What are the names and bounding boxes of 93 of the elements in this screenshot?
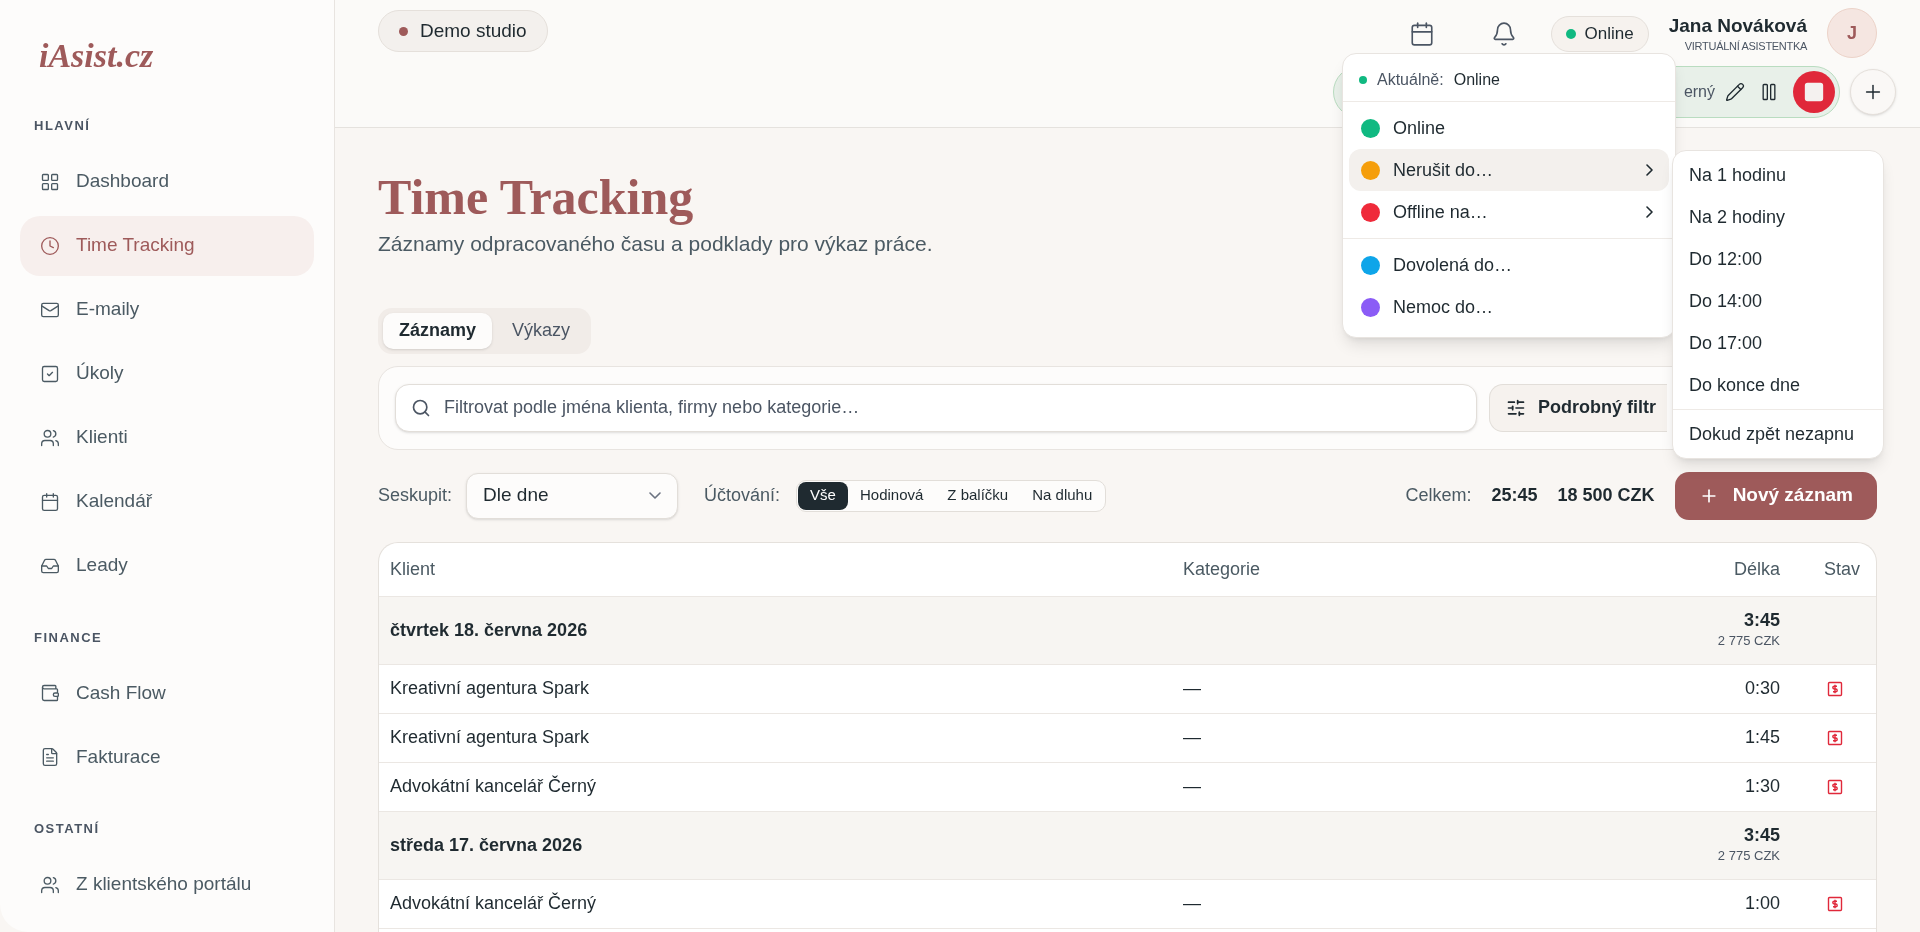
table-row[interactable]: Kreativní agentura Spark — 1:45 xyxy=(379,713,1876,763)
nav-item[interactable]: Úkoly xyxy=(20,343,314,404)
calendar-icon[interactable] xyxy=(1408,21,1435,47)
menu-item[interactable]: Nerušit do… xyxy=(1349,149,1669,191)
user-role: VIRTUÁLNÍ ASISTENTKA xyxy=(1684,38,1807,54)
nav-item[interactable]: Fakturace xyxy=(20,727,314,787)
nav-item[interactable]: Klienti xyxy=(20,407,314,468)
table-cell-text: — xyxy=(1183,892,1202,915)
menu-item[interactable]: Dovolená do… xyxy=(1349,244,1669,286)
table-cell-text: — xyxy=(1183,726,1202,749)
search-icon xyxy=(411,397,431,418)
nav-item[interactable]: Leady xyxy=(20,535,314,596)
menu-item[interactable]: Do konce dne xyxy=(1673,364,1883,406)
table-cell-text: Kreativní agentura Spark xyxy=(390,726,591,749)
table-cell-text: 1:00 xyxy=(1743,892,1780,915)
wallet-icon xyxy=(40,683,60,703)
search-field[interactable]: Filtrovat podle jména klienta, firmy nebo kategorie… xyxy=(395,383,1477,432)
group-by-label: Seskupit: xyxy=(378,484,453,507)
menu-item[interactable]: Na 2 hodiny xyxy=(1673,196,1883,238)
status-pill[interactable]: Online xyxy=(1550,16,1649,52)
day-label: čtvrtek 18. června 2026 xyxy=(390,618,589,642)
segment[interactable]: Z balíčku xyxy=(935,481,1021,510)
table-row[interactable]: Advokátní kancelář Černý — 1:30 xyxy=(379,762,1876,812)
menu-item[interactable]: Offline na… xyxy=(1349,191,1669,233)
menu-item[interactable]: Nemoc do… xyxy=(1349,286,1669,328)
logo[interactable]: iAsist.cz xyxy=(20,0,314,78)
table-cell-text: 0:30 xyxy=(1743,677,1780,700)
table-cell-text: Kreativní agentura Spark xyxy=(390,677,591,700)
billing-label: Účtování: xyxy=(704,483,781,507)
nav-item[interactable]: Cash Flow xyxy=(20,663,314,723)
table-cell-text: 1:30 xyxy=(1743,775,1780,798)
stop-button[interactable] xyxy=(1793,71,1835,113)
column-header: Klient xyxy=(390,557,437,581)
nav-item[interactable]: E-maily xyxy=(20,279,314,340)
calendar-icon xyxy=(40,491,60,512)
menu-item[interactable]: Do 12:00 xyxy=(1673,238,1883,280)
table-cell-text: 1:45 xyxy=(1743,726,1780,749)
add-button[interactable] xyxy=(1850,69,1896,115)
menu-item[interactable]: Na 1 hodinu xyxy=(1673,154,1883,196)
avatar[interactable]: J xyxy=(1827,8,1877,58)
table-row[interactable]: Advokátní kancelář Černý — 1:00 xyxy=(379,879,1876,929)
day-label: středa 17. června 2026 xyxy=(390,833,584,857)
pencil-icon[interactable] xyxy=(1725,82,1745,102)
clock-icon xyxy=(40,235,60,256)
nav-item[interactable]: Dashboard xyxy=(20,151,314,212)
section-heading: FINANCE xyxy=(33,628,104,647)
day-amount: 2 775 CZK xyxy=(1717,847,1780,866)
workspace-pill[interactable]: Demo studio xyxy=(378,10,548,52)
tab[interactable]: Výkazy xyxy=(496,312,587,349)
user-name: Jana Nováková xyxy=(1668,13,1807,38)
current-status-label: Aktuálně: xyxy=(1377,69,1444,90)
table-cell-text: Advokátní kancelář Černý xyxy=(390,891,598,915)
day-hours: 3:45 xyxy=(1743,609,1780,632)
current-status-value: Online xyxy=(1453,69,1500,90)
page-title: Time Tracking xyxy=(378,168,694,226)
filter-button[interactable]: Podrobný filtr xyxy=(1489,383,1667,432)
users-icon xyxy=(40,427,60,448)
total-amount: 18 500 CZK xyxy=(1557,484,1655,507)
column-header: Stav xyxy=(1822,557,1861,581)
users-icon xyxy=(40,874,60,895)
menu-item[interactable]: Online xyxy=(1349,107,1669,149)
nav-item[interactable]: Time Tracking xyxy=(20,215,314,276)
day-amount: 2 775 CZK xyxy=(1717,632,1780,651)
grid-icon xyxy=(40,171,60,192)
nav-item[interactable]: Kalendář xyxy=(20,471,314,532)
group-by-select[interactable]: Dle dne xyxy=(466,472,679,519)
tab[interactable]: Záznamy xyxy=(383,312,493,349)
section-heading: OSTATNÍ xyxy=(33,820,101,838)
checkbox-icon xyxy=(40,363,60,384)
nav-item[interactable]: Z klientského portálu xyxy=(20,854,314,915)
document-icon xyxy=(40,747,60,767)
menu-item[interactable]: Do 14:00 xyxy=(1673,280,1883,322)
page-subtitle: Záznamy odpracovaného času a podklady pro výkaz práce. xyxy=(378,231,933,257)
menu-item[interactable]: Do 17:00 xyxy=(1673,322,1883,364)
section-heading: HLAVNÍ xyxy=(33,117,92,135)
table-row[interactable]: Kreativní agentura Spark — 0:30 xyxy=(379,664,1876,714)
column-header: Délka xyxy=(1732,557,1780,581)
segment[interactable]: Hodinová xyxy=(847,481,936,510)
stop-icon xyxy=(1803,81,1825,103)
menu-item[interactable]: Dokud zpět nezapnu xyxy=(1673,413,1883,455)
sliders-icon xyxy=(1506,397,1526,418)
column-header: Kategorie xyxy=(1183,557,1262,581)
total-label: Celkem: xyxy=(1405,484,1472,507)
total-hours: 25:45 xyxy=(1491,484,1538,507)
segment[interactable]: Vše xyxy=(798,481,848,510)
table-cell-text: — xyxy=(1183,775,1202,798)
timer-client: erný xyxy=(1683,82,1715,102)
segment[interactable]: Na dluhu xyxy=(1020,481,1105,510)
table-cell-text: — xyxy=(1183,677,1202,700)
new-entry-button[interactable]: Nový záznam xyxy=(1674,471,1877,520)
chevron-down-icon xyxy=(649,492,662,499)
table-cell-text: Advokátní kancelář Černý xyxy=(390,774,598,798)
day-hours: 3:45 xyxy=(1743,824,1780,847)
